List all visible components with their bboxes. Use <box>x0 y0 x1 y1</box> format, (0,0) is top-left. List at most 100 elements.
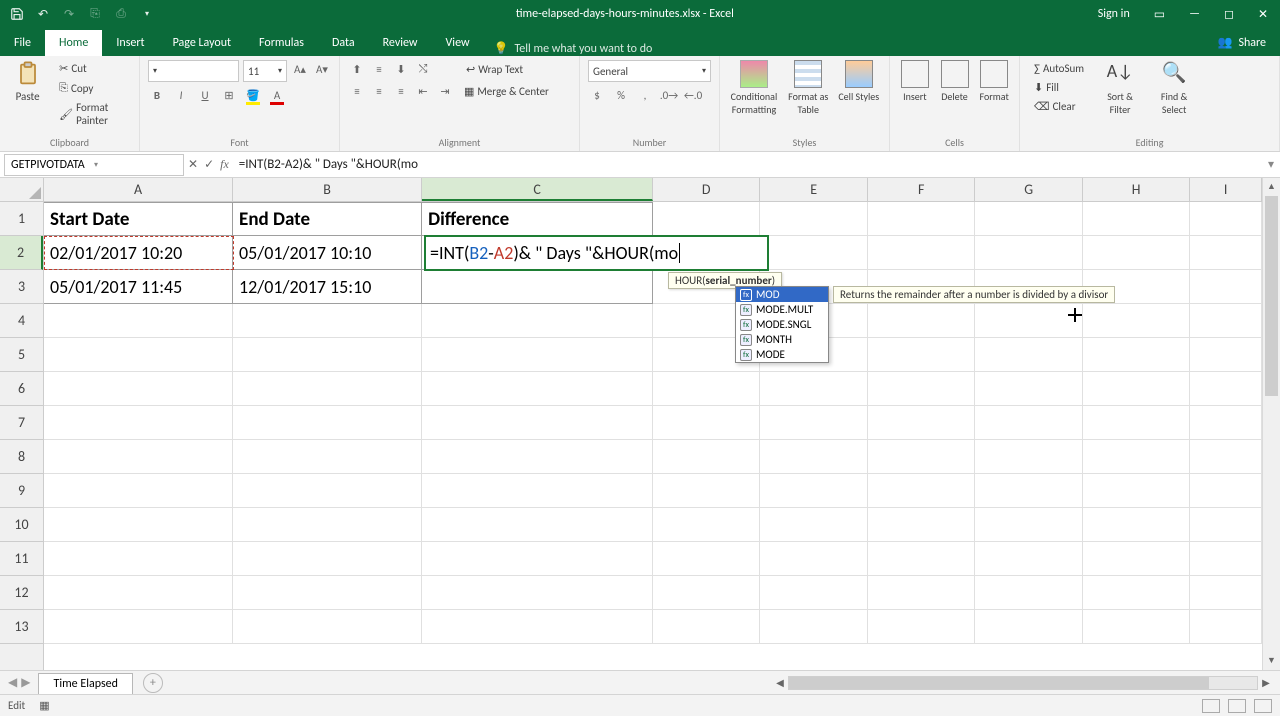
formula-bar[interactable]: =INT(B2-A2)& " Days "&HOUR(mo <box>233 157 1262 172</box>
cell-G11[interactable] <box>975 542 1082 576</box>
minimize-button[interactable]: — <box>1177 0 1212 28</box>
row-header-4[interactable]: 4 <box>0 304 43 338</box>
bold-button[interactable]: B <box>148 86 166 104</box>
cancel-formula-icon[interactable]: ✕ <box>188 157 198 172</box>
row-header-8[interactable]: 8 <box>0 440 43 474</box>
decrease-indent-icon[interactable]: ⇤ <box>414 82 432 100</box>
cell-F5[interactable] <box>868 338 975 372</box>
cell-F6[interactable] <box>868 372 975 406</box>
cell-C8[interactable] <box>422 440 653 474</box>
cell-A2[interactable]: 02/01/2017 10:20 <box>44 236 233 270</box>
cell-G10[interactable] <box>975 508 1082 542</box>
cell-B2[interactable]: 05/01/2017 10:10 <box>233 236 422 270</box>
cell-B6[interactable] <box>233 372 422 406</box>
conditional-formatting-button[interactable]: Conditional Formatting <box>728 60 780 116</box>
cell-I8[interactable] <box>1190 440 1262 474</box>
tab-insert[interactable]: Insert <box>102 30 158 56</box>
cell-H4[interactable] <box>1083 304 1190 338</box>
col-header-F[interactable]: F <box>868 178 975 201</box>
cut-button[interactable]: ✂Cut <box>53 60 131 77</box>
format-painter-button[interactable]: 🖌Format Painter <box>53 99 131 129</box>
tab-page-layout[interactable]: Page Layout <box>159 30 245 56</box>
align-top-icon[interactable]: ⬆ <box>348 60 366 78</box>
cell-B7[interactable] <box>233 406 422 440</box>
row-header-6[interactable]: 6 <box>0 372 43 406</box>
scroll-right-icon[interactable]: ▶ <box>1258 676 1274 689</box>
cell-B8[interactable] <box>233 440 422 474</box>
cell-E10[interactable] <box>760 508 867 542</box>
cell-C7[interactable] <box>422 406 653 440</box>
cell-F11[interactable] <box>868 542 975 576</box>
merge-center-button[interactable]: ▦Merge & Center <box>458 82 555 100</box>
close-button[interactable]: ✕ <box>1246 0 1280 28</box>
col-header-I[interactable]: I <box>1190 178 1262 201</box>
fill-color-button[interactable]: 🪣 <box>244 86 262 104</box>
col-header-E[interactable]: E <box>760 178 867 201</box>
scroll-up-icon[interactable]: ▲ <box>1263 178 1280 196</box>
cell-I3[interactable] <box>1190 270 1262 304</box>
cell-C10[interactable] <box>422 508 653 542</box>
cell-F4[interactable] <box>868 304 975 338</box>
cell-C12[interactable] <box>422 576 653 610</box>
qat-btn[interactable]: ⎘ <box>84 3 106 25</box>
cell-A11[interactable] <box>44 542 233 576</box>
autocomplete-item[interactable]: fxMODE.MULT <box>736 302 828 317</box>
cell-E8[interactable] <box>760 440 867 474</box>
row-headers[interactable]: 12345678910111213 <box>0 202 44 670</box>
autocomplete-item[interactable]: fxMODE.SNGL <box>736 317 828 332</box>
cell-G13[interactable] <box>975 610 1082 644</box>
qat-customize-icon[interactable]: ▾ <box>136 3 158 25</box>
cell-A6[interactable] <box>44 372 233 406</box>
increase-font-icon[interactable]: A▴ <box>291 60 309 78</box>
cell-A10[interactable] <box>44 508 233 542</box>
cell-G4[interactable] <box>975 304 1082 338</box>
cell-F2[interactable] <box>868 236 975 270</box>
font-size-select[interactable]: 11▾ <box>243 60 287 82</box>
font-color-button[interactable]: A <box>268 86 286 104</box>
cell-I9[interactable] <box>1190 474 1262 508</box>
tab-data[interactable]: Data <box>318 30 369 56</box>
cell-A9[interactable] <box>44 474 233 508</box>
cell-G5[interactable] <box>975 338 1082 372</box>
row-header-9[interactable]: 9 <box>0 474 43 508</box>
cell-B3[interactable]: 12/01/2017 15:10 <box>233 270 422 304</box>
cell-A1[interactable]: Start Date <box>44 202 233 236</box>
increase-indent-icon[interactable]: ⇥ <box>436 82 454 100</box>
active-cell-editor[interactable]: =INT(B2-A2)& " Days "&HOUR(mo <box>424 235 769 271</box>
macro-record-icon[interactable]: ▦ <box>39 699 49 712</box>
scroll-down-icon[interactable]: ▼ <box>1263 652 1280 670</box>
cell-C13[interactable] <box>422 610 653 644</box>
cell-E7[interactable] <box>760 406 867 440</box>
cell-I5[interactable] <box>1190 338 1262 372</box>
sheet-nav[interactable]: ◀▶ <box>0 675 38 690</box>
cell-G1[interactable] <box>975 202 1082 236</box>
cell-B1[interactable]: End Date <box>233 202 422 236</box>
paste-button[interactable]: Paste <box>8 60 47 103</box>
fill-button[interactable]: ⬇Fill <box>1028 79 1090 96</box>
scroll-left-icon[interactable]: ◀ <box>772 676 788 689</box>
maximize-button[interactable]: ◻ <box>1212 0 1246 28</box>
hscroll-thumb[interactable] <box>789 677 1209 689</box>
cell-G2[interactable] <box>975 236 1082 270</box>
cell-A5[interactable] <box>44 338 233 372</box>
cell-G12[interactable] <box>975 576 1082 610</box>
cell-G6[interactable] <box>975 372 1082 406</box>
cell-D12[interactable] <box>653 576 760 610</box>
sort-filter-button[interactable]: A↓Sort & Filter <box>1096 60 1144 116</box>
autosum-button[interactable]: ∑AutoSum <box>1028 60 1090 77</box>
cell-A13[interactable] <box>44 610 233 644</box>
row-header-12[interactable]: 12 <box>0 576 43 610</box>
tab-home[interactable]: Home <box>45 30 102 56</box>
cells-grid[interactable]: Start DateEnd DateDifference02/01/2017 1… <box>44 202 1262 670</box>
cell-H12[interactable] <box>1083 576 1190 610</box>
save-icon[interactable] <box>6 3 28 25</box>
cell-E6[interactable] <box>760 372 867 406</box>
cell-F8[interactable] <box>868 440 975 474</box>
accounting-format-icon[interactable]: $ <box>588 86 606 104</box>
format-as-table-button[interactable]: Format as Table <box>786 60 831 116</box>
cell-A12[interactable] <box>44 576 233 610</box>
cell-I10[interactable] <box>1190 508 1262 542</box>
cell-F9[interactable] <box>868 474 975 508</box>
align-bottom-icon[interactable]: ⬇ <box>392 60 410 78</box>
align-center-icon[interactable]: ≡ <box>370 82 388 100</box>
